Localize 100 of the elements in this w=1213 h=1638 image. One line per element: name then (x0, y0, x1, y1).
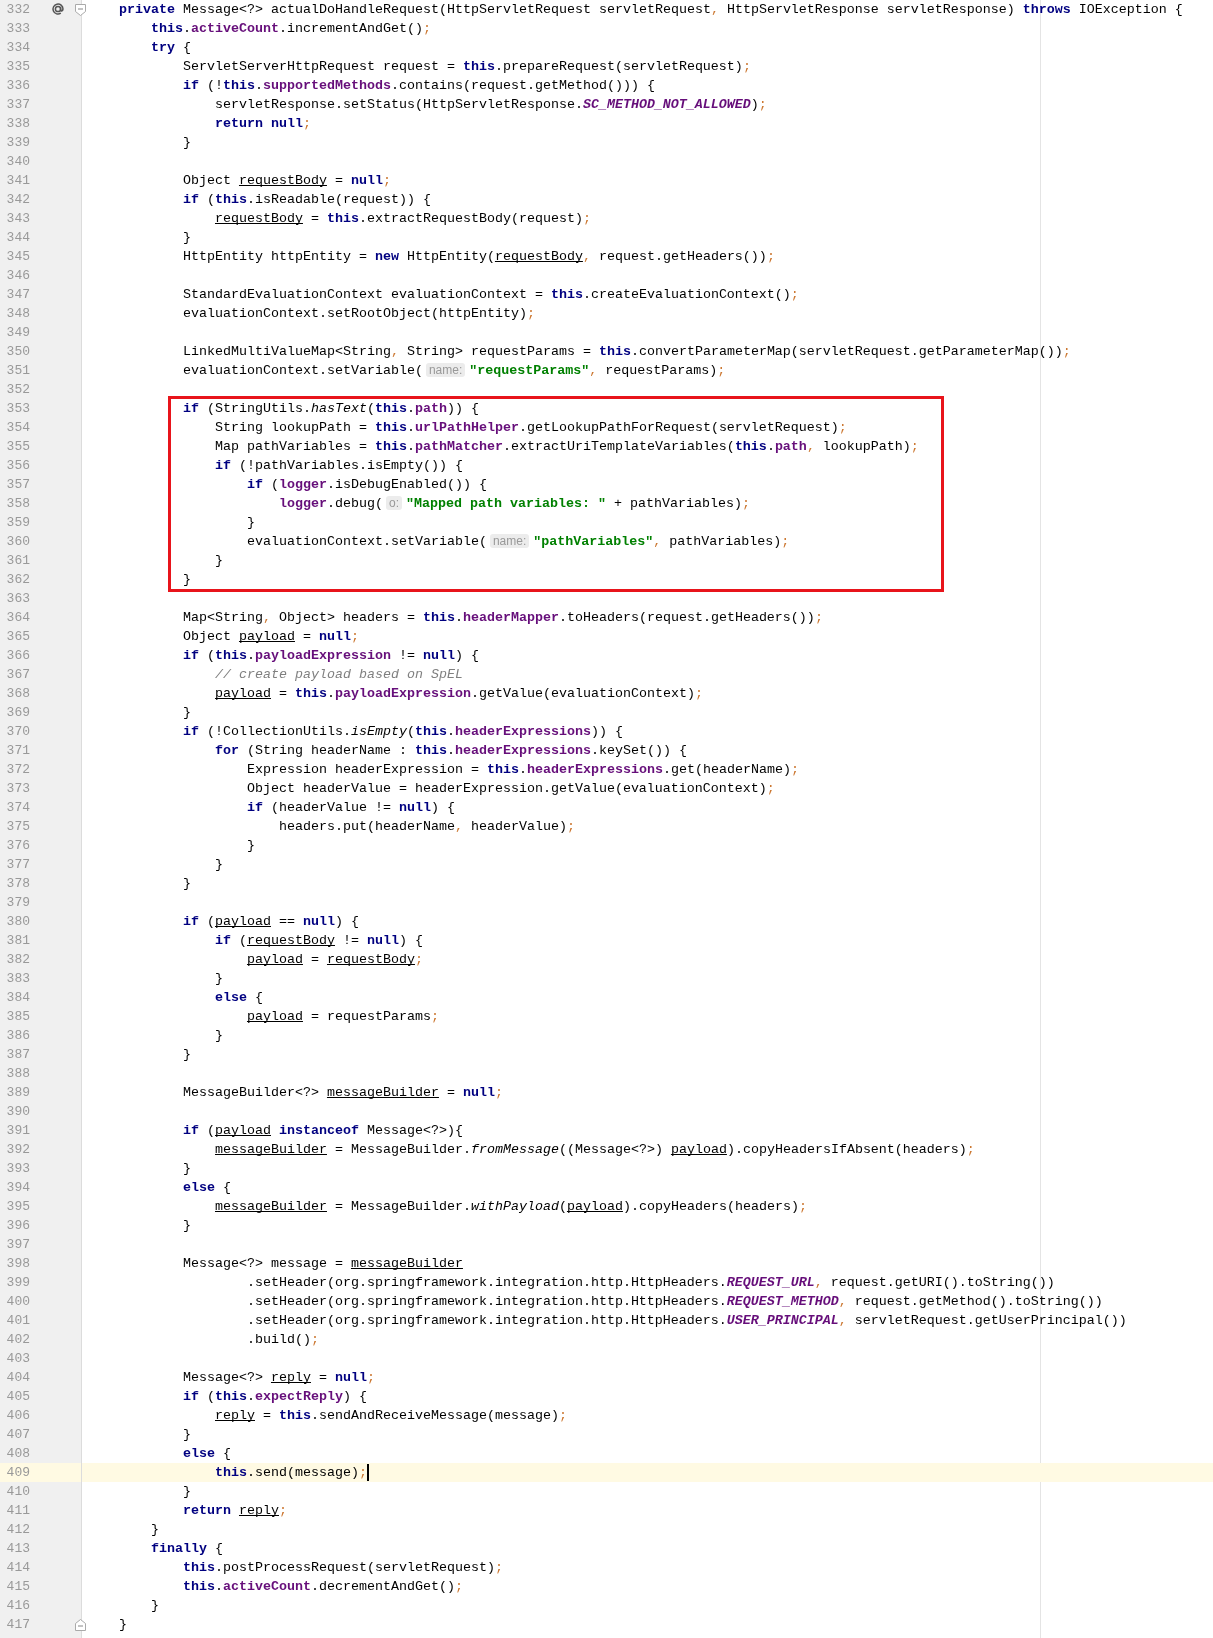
line-number: 370 (5, 723, 30, 741)
line-number: 414 (5, 1559, 30, 1577)
code-line: } (150, 1521, 159, 1539)
fold-icon[interactable] (75, 1619, 86, 1631)
line-number: 344 (5, 229, 30, 247)
code-line: if (StringUtils.hasText(this.path)) { (182, 400, 479, 418)
code-line: } (181, 1046, 191, 1064)
line-number: 410 (5, 1483, 30, 1501)
code-line: Expression headerExpression = this.headerExpressions.get(headerName); (245, 761, 799, 779)
code-line: if (requestBody != null) { (214, 932, 423, 950)
code-line: this.activeCount.incrementAndGet(); (150, 20, 431, 38)
line-number: 351 (5, 362, 30, 380)
line-number: 380 (5, 913, 30, 931)
code-line: } (118, 1616, 127, 1634)
line-number: 386 (5, 1027, 30, 1045)
code-line: } (245, 837, 255, 855)
code-line: // create payload based on SpEL (214, 666, 463, 684)
line-number: 341 (5, 172, 30, 190)
line-number: 365 (5, 628, 30, 646)
code-line: else { (182, 1179, 231, 1197)
line-number: 412 (5, 1521, 30, 1539)
line-number: 343 (5, 210, 30, 228)
line-number: 362 (5, 571, 30, 589)
line-number: 333 (5, 20, 30, 38)
line-number: 416 (5, 1597, 30, 1615)
line-number: 335 (5, 58, 30, 76)
code-line: Map pathVariables = this.pathMatcher.extractUriTemplateVariables(this.path, lookupPath); (213, 438, 919, 456)
code-line: if (logger.isDebugEnabled()) { (245, 476, 487, 494)
line-number: 363 (5, 590, 30, 608)
code-line: messageBuilder = MessageBuilder.withPayload(payload).copyHeaders(headers); (214, 1198, 807, 1216)
code-line: logger.debug( o: "Mapped path variables: " + pathVariables); (277, 495, 750, 513)
code-line: Object payload = null; (181, 628, 359, 646)
line-number: 393 (5, 1160, 30, 1178)
fold-icon[interactable] (75, 4, 86, 16)
code-line: } (181, 571, 191, 589)
code-line: } (213, 970, 223, 988)
code-line: } (213, 1027, 223, 1045)
line-number: 342 (5, 191, 30, 209)
code-line: ServletServerHttpRequest request = this.prepareRequest(servletRequest); (181, 58, 751, 76)
code-line: LinkedMultiValueMap<String, String> requestParams = this.convertParameterMap(servletRequest.getParameterMap()); (181, 343, 1071, 361)
line-number: 396 (5, 1217, 30, 1235)
line-number: 339 (5, 134, 30, 152)
code-line: if (headerValue != null) { (245, 799, 455, 817)
code-line: this.activeCount.decrementAndGet(); (182, 1578, 463, 1596)
code-line: if (payload == null) { (182, 913, 359, 931)
line-number: 367 (5, 666, 30, 684)
at-sign-icon[interactable] (51, 2, 65, 16)
code-line: } (181, 875, 191, 893)
line-number: 378 (5, 875, 30, 893)
code-line: Message<?> message = messageBuilder (181, 1255, 463, 1273)
line-number: 381 (5, 932, 30, 950)
code-line: } (245, 514, 255, 532)
code-line: private Message<?> actualDoHandleRequest(HttpServletRequest servletRequest, HttpServletResponse servletResponse) throws IOException { (118, 1, 1183, 19)
code-line: } (181, 229, 191, 247)
line-number: 382 (5, 951, 30, 969)
code-line: Message<?> reply = null; (181, 1369, 375, 1387)
line-number: 398 (5, 1255, 30, 1273)
line-number: 359 (5, 514, 30, 532)
line-number: 352 (5, 381, 30, 399)
line-number: 406 (5, 1407, 30, 1425)
code-line: headers.put(headerName, headerValue); (277, 818, 575, 836)
code-line: payload = this.payloadExpression.getValue(evaluationContext); (214, 685, 703, 703)
line-number: 397 (5, 1236, 30, 1254)
line-number: 340 (5, 153, 30, 171)
code-line: HttpEntity httpEntity = new HttpEntity(requestBody, request.getHeaders()); (181, 248, 775, 266)
code-line: payload = requestBody; (245, 951, 423, 969)
line-number: 355 (5, 438, 30, 456)
line-number: 389 (5, 1084, 30, 1102)
line-number: 390 (5, 1103, 30, 1121)
line-number: 337 (5, 96, 30, 114)
code-line: servletResponse.setStatus(HttpServletResponse.SC_METHOD_NOT_ALLOWED); (213, 96, 767, 114)
line-number: 368 (5, 685, 30, 703)
code-line: StandardEvaluationContext evaluationContext = this.createEvaluationContext(); (181, 286, 799, 304)
line-number: 356 (5, 457, 30, 475)
code-line: } (181, 1217, 191, 1235)
code-line: return reply; (182, 1502, 287, 1520)
line-number: 336 (5, 77, 30, 95)
code-line: return null; (214, 115, 311, 133)
line-number: 415 (5, 1578, 30, 1596)
line-number: 348 (5, 305, 30, 323)
code-line: this.postProcessRequest(servletRequest); (182, 1559, 503, 1577)
code-line: payload = requestParams; (245, 1008, 439, 1026)
code-line: finally { (150, 1540, 223, 1558)
code-line: .build(); (245, 1331, 319, 1349)
code-line: Object headerValue = headerExpression.getValue(evaluationContext); (245, 780, 775, 798)
line-number: 384 (5, 989, 30, 1007)
line-number: 360 (5, 533, 30, 551)
line-number: 354 (5, 419, 30, 437)
line-number: 369 (5, 704, 30, 722)
code-line: } (181, 134, 191, 152)
line-number: 407 (5, 1426, 30, 1444)
line-number: 379 (5, 894, 30, 912)
code-line: } (150, 1597, 159, 1615)
line-number: 395 (5, 1198, 30, 1216)
line-number: 387 (5, 1046, 30, 1064)
code-line: evaluationContext.setVariable( name: "pathVariables", pathVariables); (245, 533, 790, 551)
line-number: 361 (5, 552, 30, 570)
line-number: 375 (5, 818, 30, 836)
code-line: evaluationContext.setVariable( name: "requestParams", requestParams); (181, 362, 726, 380)
code-line: if (this.expectReply) { (182, 1388, 367, 1406)
